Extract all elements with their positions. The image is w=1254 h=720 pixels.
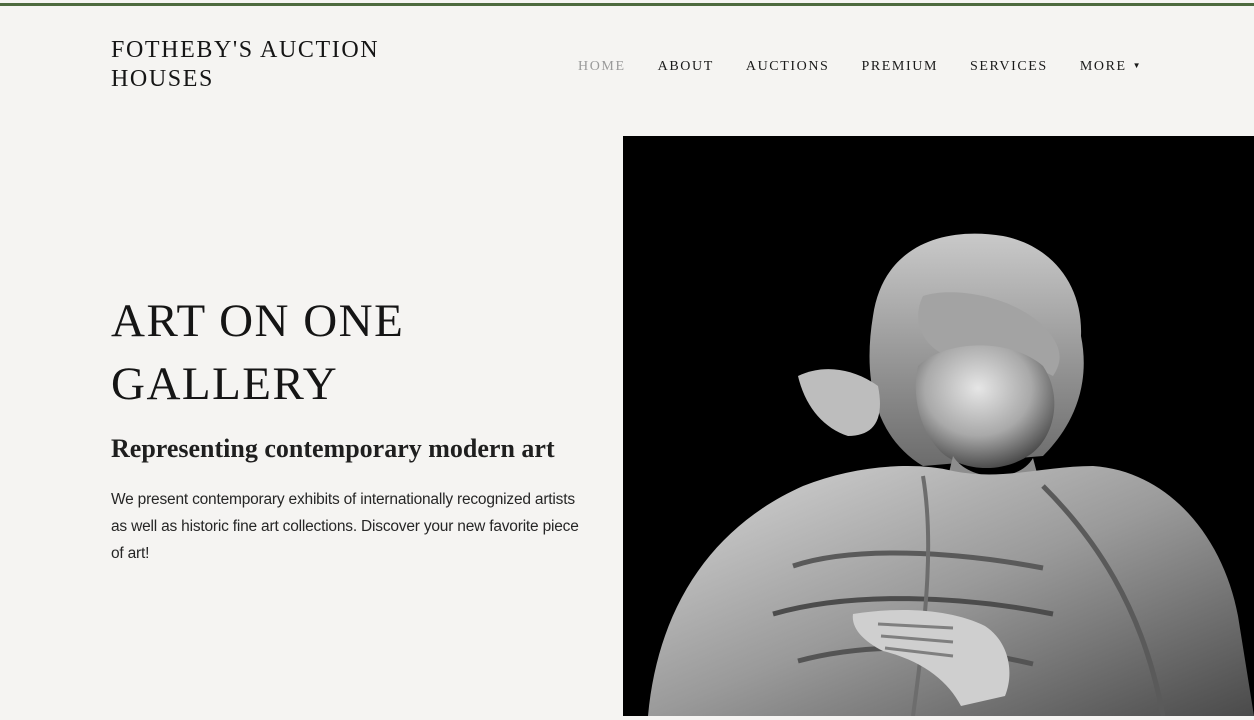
- hero-title-line-1: ART ON ONE: [111, 295, 405, 347]
- hero-title: ART ON ONE GALLERY: [111, 290, 551, 416]
- hero-title-line-2: GALLERY: [111, 358, 339, 410]
- hero-description: We present contemporary exhibits of inte…: [111, 491, 579, 562]
- nav-more-label: MORE: [1079, 59, 1127, 74]
- nav-auctions[interactable]: AUCTIONS: [746, 59, 830, 75]
- top-accent-bar: [0, 3, 1254, 6]
- nav-about[interactable]: ABOUT: [658, 59, 714, 75]
- hero-statue-image: [623, 136, 1254, 716]
- nav-premium[interactable]: PREMIUM: [861, 59, 938, 75]
- nav-services[interactable]: SERVICES: [970, 59, 1048, 75]
- nav-home[interactable]: HOME: [578, 59, 626, 75]
- caret-down-icon: ▼: [1132, 61, 1143, 70]
- site-logo[interactable]: FOTHEBY'S AUCTION HOUSES: [111, 36, 441, 94]
- main-nav: HOME ABOUT AUCTIONS PREMIUM SERVICES MOR…: [578, 57, 1142, 77]
- hero-subtitle: Representing contemporary modern art: [111, 434, 555, 463]
- nav-more[interactable]: MORE ▼: [1080, 59, 1142, 75]
